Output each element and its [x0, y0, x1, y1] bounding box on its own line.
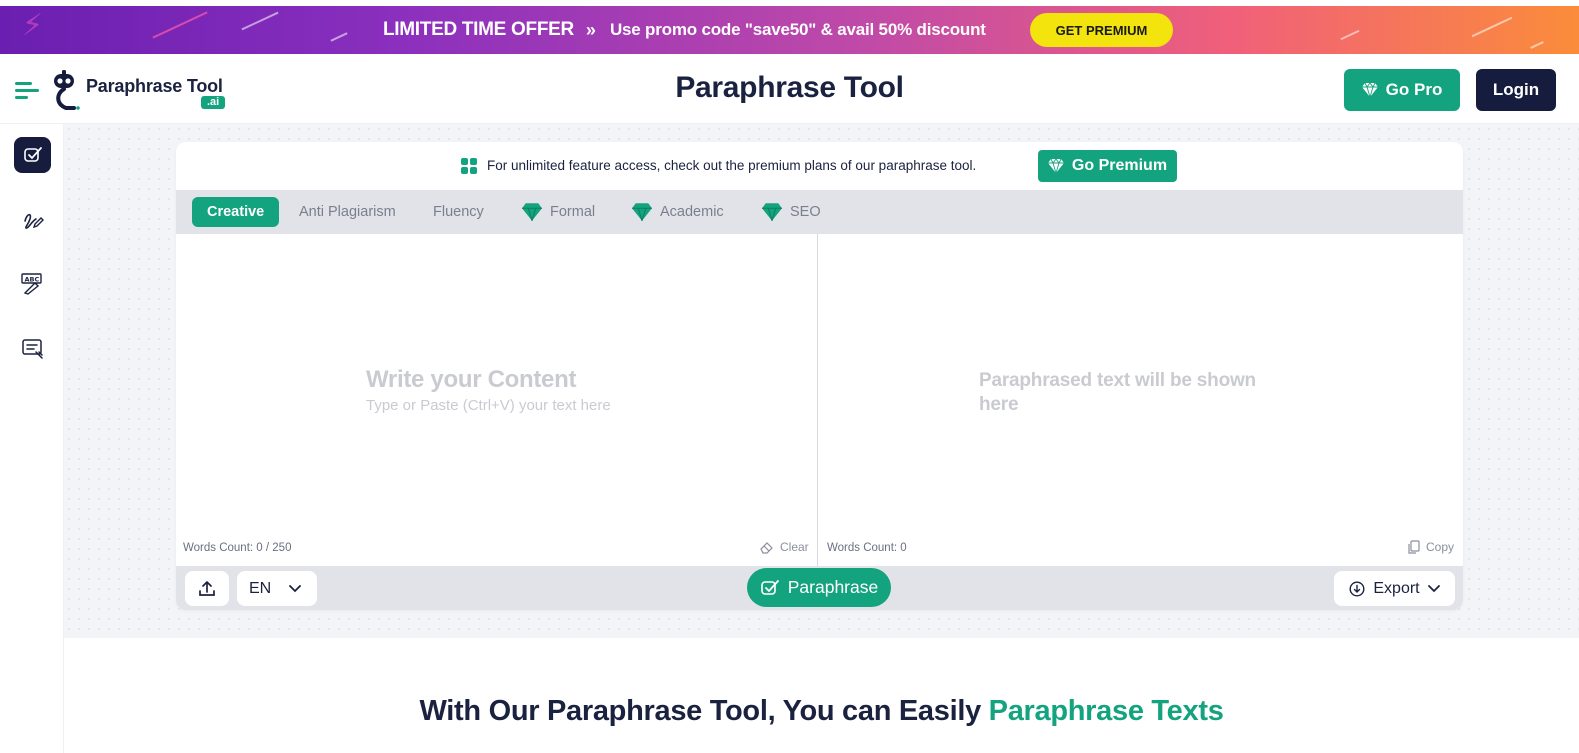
output-placeholder: Paraphrased text will be shown here	[979, 370, 1256, 415]
tab-creative[interactable]: Creative	[192, 197, 280, 227]
premium-diamond-icon	[522, 203, 542, 221]
lightning-decoration-icon: ⚡	[22, 9, 44, 42]
section-heading-accent: Paraphrase Texts	[988, 695, 1224, 727]
svg-text:ABC: ABC	[24, 276, 39, 284]
input-placeholder-subtitle: Type or Paste (Ctrl+V) your text here	[366, 397, 611, 414]
paraphrase-card: For unlimited feature access, check out …	[176, 142, 1463, 610]
go-pro-label: Go Pro	[1385, 80, 1443, 99]
diamond-icon	[1361, 83, 1378, 97]
action-bar: EN Paraphrase Export	[176, 566, 1463, 610]
language-value: EN	[249, 579, 272, 597]
tab-label: Fluency	[433, 204, 484, 220]
clear-button[interactable]: Clear	[760, 540, 809, 554]
promo-title: LIMITED TIME OFFER	[383, 19, 574, 40]
output-pane: Paraphrased text will be shown here Word…	[819, 234, 1463, 566]
premium-diamond-icon	[632, 203, 652, 221]
tab-anti-plagiarism[interactable]: Anti Plagiarism	[299, 197, 396, 227]
sidebar-item-grammar[interactable]: ABC	[14, 266, 51, 302]
go-pro-button[interactable]: Go Pro	[1344, 69, 1460, 111]
upload-button[interactable]	[185, 571, 229, 606]
section-heading-main: With Our Paraphrase Tool, You can Easily	[419, 695, 989, 727]
mode-tabs: Creative Anti Plagiarism Fluency Formal …	[176, 190, 1463, 234]
signature-icon	[23, 213, 44, 229]
summarizer-icon	[21, 339, 43, 359]
input-pane[interactable]: Write your Content Type or Paste (Ctrl+V…	[176, 234, 818, 566]
tab-formal[interactable]: Formal	[522, 197, 595, 227]
premium-diamond-icon	[762, 203, 782, 221]
promo-text: Use promo code "save50" & avail 50% disc…	[609, 20, 986, 39]
paraphrase-tool-icon	[23, 147, 42, 162]
grammar-check-icon: ABC	[20, 273, 42, 295]
grid-icon	[461, 158, 478, 175]
get-premium-button[interactable]: GET PREMIUM	[1030, 13, 1173, 47]
language-select[interactable]: EN	[237, 571, 317, 606]
page-title: Paraphrase Tool	[675, 71, 904, 104]
diamond-icon	[1047, 159, 1064, 173]
eraser-icon	[760, 541, 773, 554]
promo-banner: ⚡ LIMITED TIME OFFER » Use promo code "s…	[0, 6, 1579, 54]
upload-icon	[199, 580, 215, 596]
paraphrase-button[interactable]: Paraphrase	[747, 568, 891, 607]
go-premium-button[interactable]: Go Premium	[1038, 150, 1177, 182]
chevron-down-icon	[1427, 584, 1440, 592]
output-words-count: Words Count: 0	[827, 542, 907, 554]
copy-icon	[1408, 540, 1420, 554]
tab-label: Anti Plagiarism	[299, 204, 396, 220]
go-premium-label: Go Premium	[1071, 157, 1168, 174]
tab-label: SEO	[790, 204, 821, 220]
login-button[interactable]: Login	[1476, 69, 1556, 111]
paraphrase-label: Paraphrase	[787, 577, 879, 597]
sidebar-item-summarizer[interactable]	[14, 331, 51, 367]
sidebar-item-paraphrase[interactable]	[14, 137, 51, 173]
section-heading: With Our Paraphrase Tool, You can Easily…	[64, 695, 1579, 728]
tab-seo[interactable]: SEO	[762, 197, 821, 227]
sidebar-item-signature[interactable]	[14, 202, 51, 238]
clear-label: Clear	[780, 540, 809, 554]
download-icon	[1349, 580, 1365, 597]
chevron-down-icon	[289, 584, 302, 592]
input-placeholder-title: Write your Content	[366, 366, 577, 393]
chevron-right-double-icon: »	[585, 19, 596, 40]
premium-notice: For unlimited feature access, check out …	[176, 142, 1463, 190]
export-dropdown[interactable]: Export	[1334, 571, 1455, 606]
copy-label: Copy	[1426, 540, 1455, 554]
copy-button[interactable]: Copy	[1408, 540, 1454, 554]
input-words-count: Words Count: 0 / 250	[183, 542, 292, 554]
paraphrase-icon	[760, 579, 779, 595]
tab-label: Formal	[550, 204, 596, 220]
sidebar: ABC	[0, 124, 64, 753]
notice-text: For unlimited feature access, check out …	[487, 158, 977, 173]
tab-academic[interactable]: Academic	[632, 197, 724, 227]
tab-fluency[interactable]: Fluency	[433, 197, 484, 227]
export-label: Export	[1373, 579, 1420, 597]
header: Paraphrase Tool .ai Paraphrase Tool Go P…	[0, 54, 1579, 124]
tab-label: Creative	[207, 204, 265, 220]
tab-label: Academic	[660, 204, 724, 220]
